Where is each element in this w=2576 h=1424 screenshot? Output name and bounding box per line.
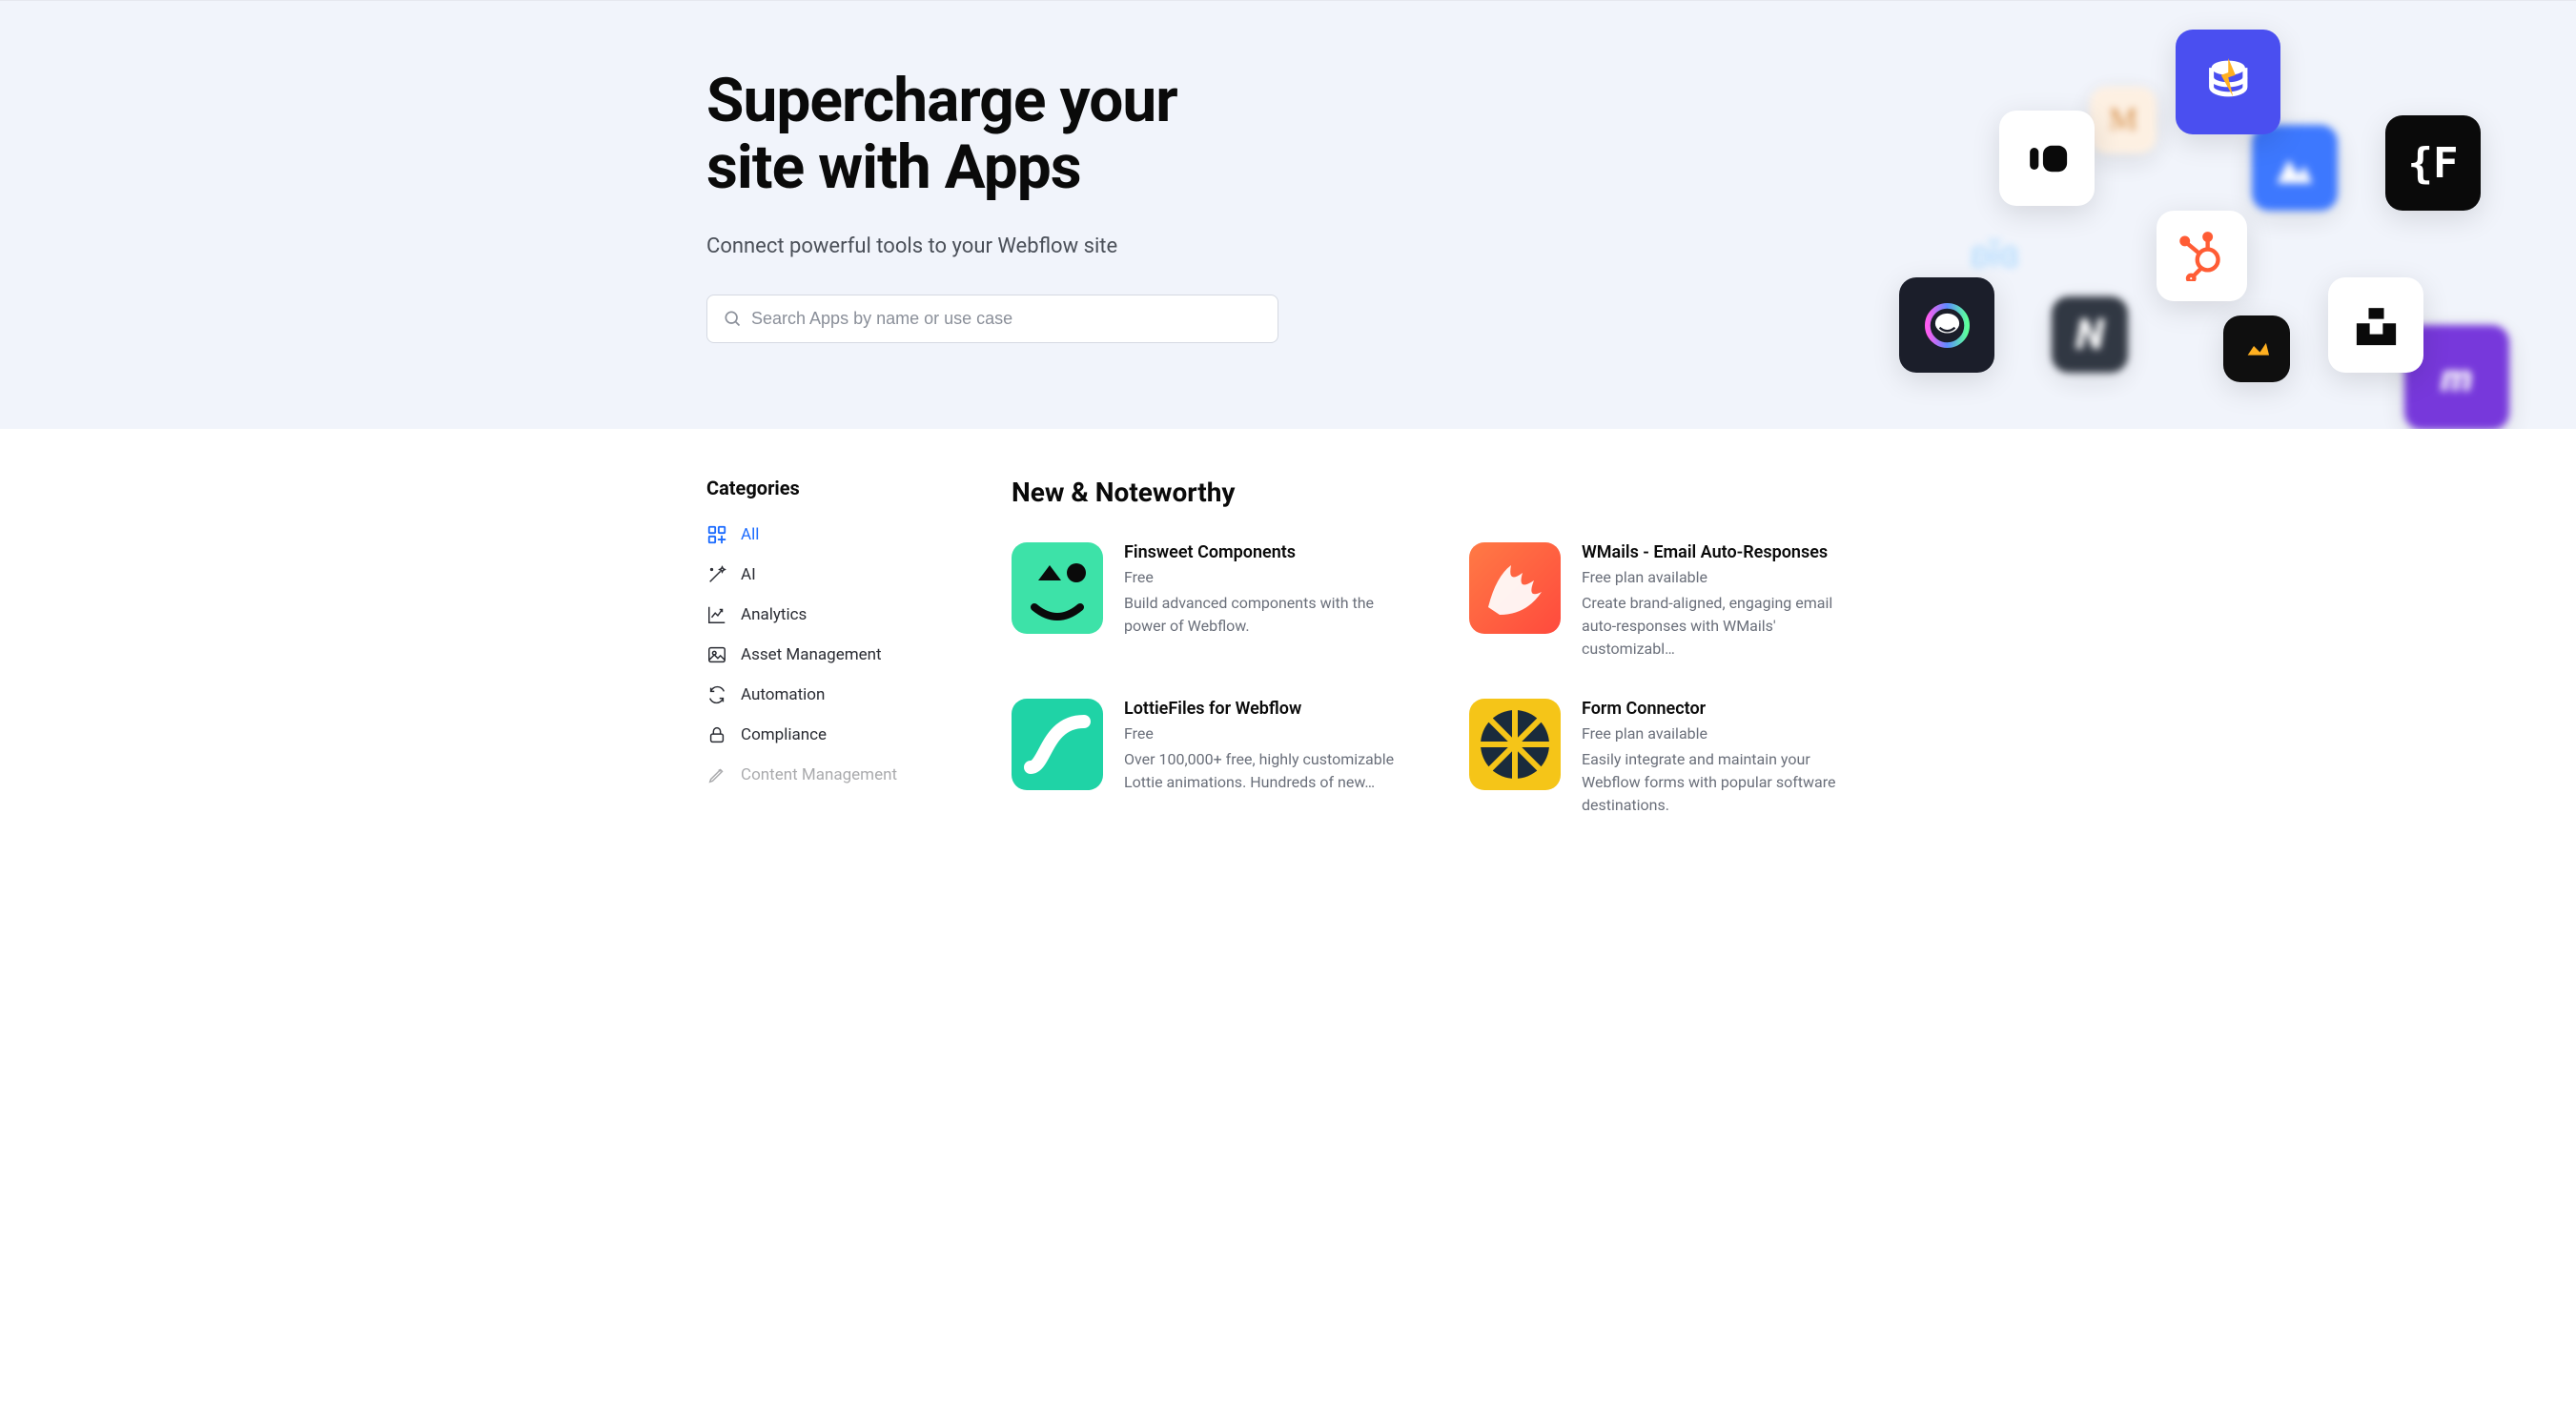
category-label: Analytics [741, 605, 807, 624]
tile-f-icon: {F [2385, 115, 2481, 211]
app-card-finsweet[interactable]: Finsweet Components Free Build advanced … [1012, 542, 1412, 661]
app-price: Free plan available [1582, 568, 1870, 586]
tile-shapes-icon [1999, 111, 2095, 206]
app-icon-form-connector [1469, 699, 1561, 790]
tile-hubspot-icon [2157, 211, 2247, 301]
category-content-management[interactable]: Content Management [706, 764, 945, 785]
category-ai[interactable]: AI [706, 564, 945, 585]
category-analytics[interactable]: Analytics [706, 604, 945, 625]
tile-yellow-blur [2223, 315, 2290, 382]
sidebar: Categories All AI Analytics Asset Manage… [706, 477, 945, 817]
app-desc: Create brand-aligned, engaging email aut… [1582, 592, 1870, 661]
category-asset-management[interactable]: Asset Management [706, 644, 945, 665]
app-icon-finsweet [1012, 542, 1103, 634]
app-icon-lottiefiles [1012, 699, 1103, 790]
hero-app-tiles: M ʚĭɞ m N {F [1909, 20, 2519, 420]
hero-section: Supercharge your site with Apps Connect … [0, 0, 2576, 429]
app-name: WMails - Email Auto-Responses [1582, 542, 1870, 562]
category-label: Compliance [741, 725, 827, 744]
app-name: Form Connector [1582, 699, 1870, 719]
tile-purple-blur: m [2404, 325, 2509, 429]
tile-n-blur: N [2052, 296, 2128, 373]
tile-unsplash-icon [2328, 277, 2423, 373]
tile-m-blur: M [2090, 87, 2157, 153]
category-label: Asset Management [741, 645, 882, 664]
lock-icon [706, 724, 727, 745]
category-label: Content Management [741, 765, 897, 784]
search-box[interactable] [706, 295, 1278, 343]
app-price: Free [1124, 724, 1412, 743]
pencil-icon [706, 764, 727, 785]
search-icon [723, 309, 742, 328]
app-name: LottieFiles for Webflow [1124, 699, 1412, 719]
app-price: Free [1124, 568, 1412, 586]
refresh-icon [706, 684, 727, 705]
section-title: New & Noteworthy [1012, 477, 1870, 508]
grid-icon [706, 524, 727, 545]
category-automation[interactable]: Automation [706, 684, 945, 705]
app-desc: Over 100,000+ free, highly customizable … [1124, 748, 1412, 794]
tile-butterfly-blur: ʚĭɞ [1961, 220, 2028, 287]
app-desc: Easily integrate and maintain your Webfl… [1582, 748, 1870, 817]
app-name: Finsweet Components [1124, 542, 1412, 562]
category-label: Automation [741, 685, 825, 704]
chart-icon [706, 604, 727, 625]
search-input[interactable] [751, 309, 1262, 329]
hero-subtitle: Connect powerful tools to your Webflow s… [706, 234, 1870, 258]
category-compliance[interactable]: Compliance [706, 724, 945, 745]
tile-database-icon [2176, 30, 2280, 134]
main-content: New & Noteworthy Finsweet Components Fre… [1012, 477, 1870, 817]
app-card-wmails[interactable]: WMails - Email Auto-Responses Free plan … [1469, 542, 1870, 661]
wand-icon [706, 564, 727, 585]
category-all[interactable]: All [706, 524, 945, 545]
app-desc: Build advanced components with the power… [1124, 592, 1412, 638]
app-card-lottiefiles[interactable]: LottieFiles for Webflow Free Over 100,00… [1012, 699, 1412, 817]
image-icon [706, 644, 727, 665]
app-price: Free plan available [1582, 724, 1870, 743]
app-icon-wmails [1469, 542, 1561, 634]
category-label: AI [741, 565, 756, 584]
tile-blue-blur [2252, 125, 2338, 211]
app-card-form-connector[interactable]: Form Connector Free plan available Easil… [1469, 699, 1870, 817]
hero-title: Supercharge your site with Apps [706, 68, 1870, 202]
sidebar-title: Categories [706, 477, 945, 499]
category-label: All [741, 525, 759, 544]
